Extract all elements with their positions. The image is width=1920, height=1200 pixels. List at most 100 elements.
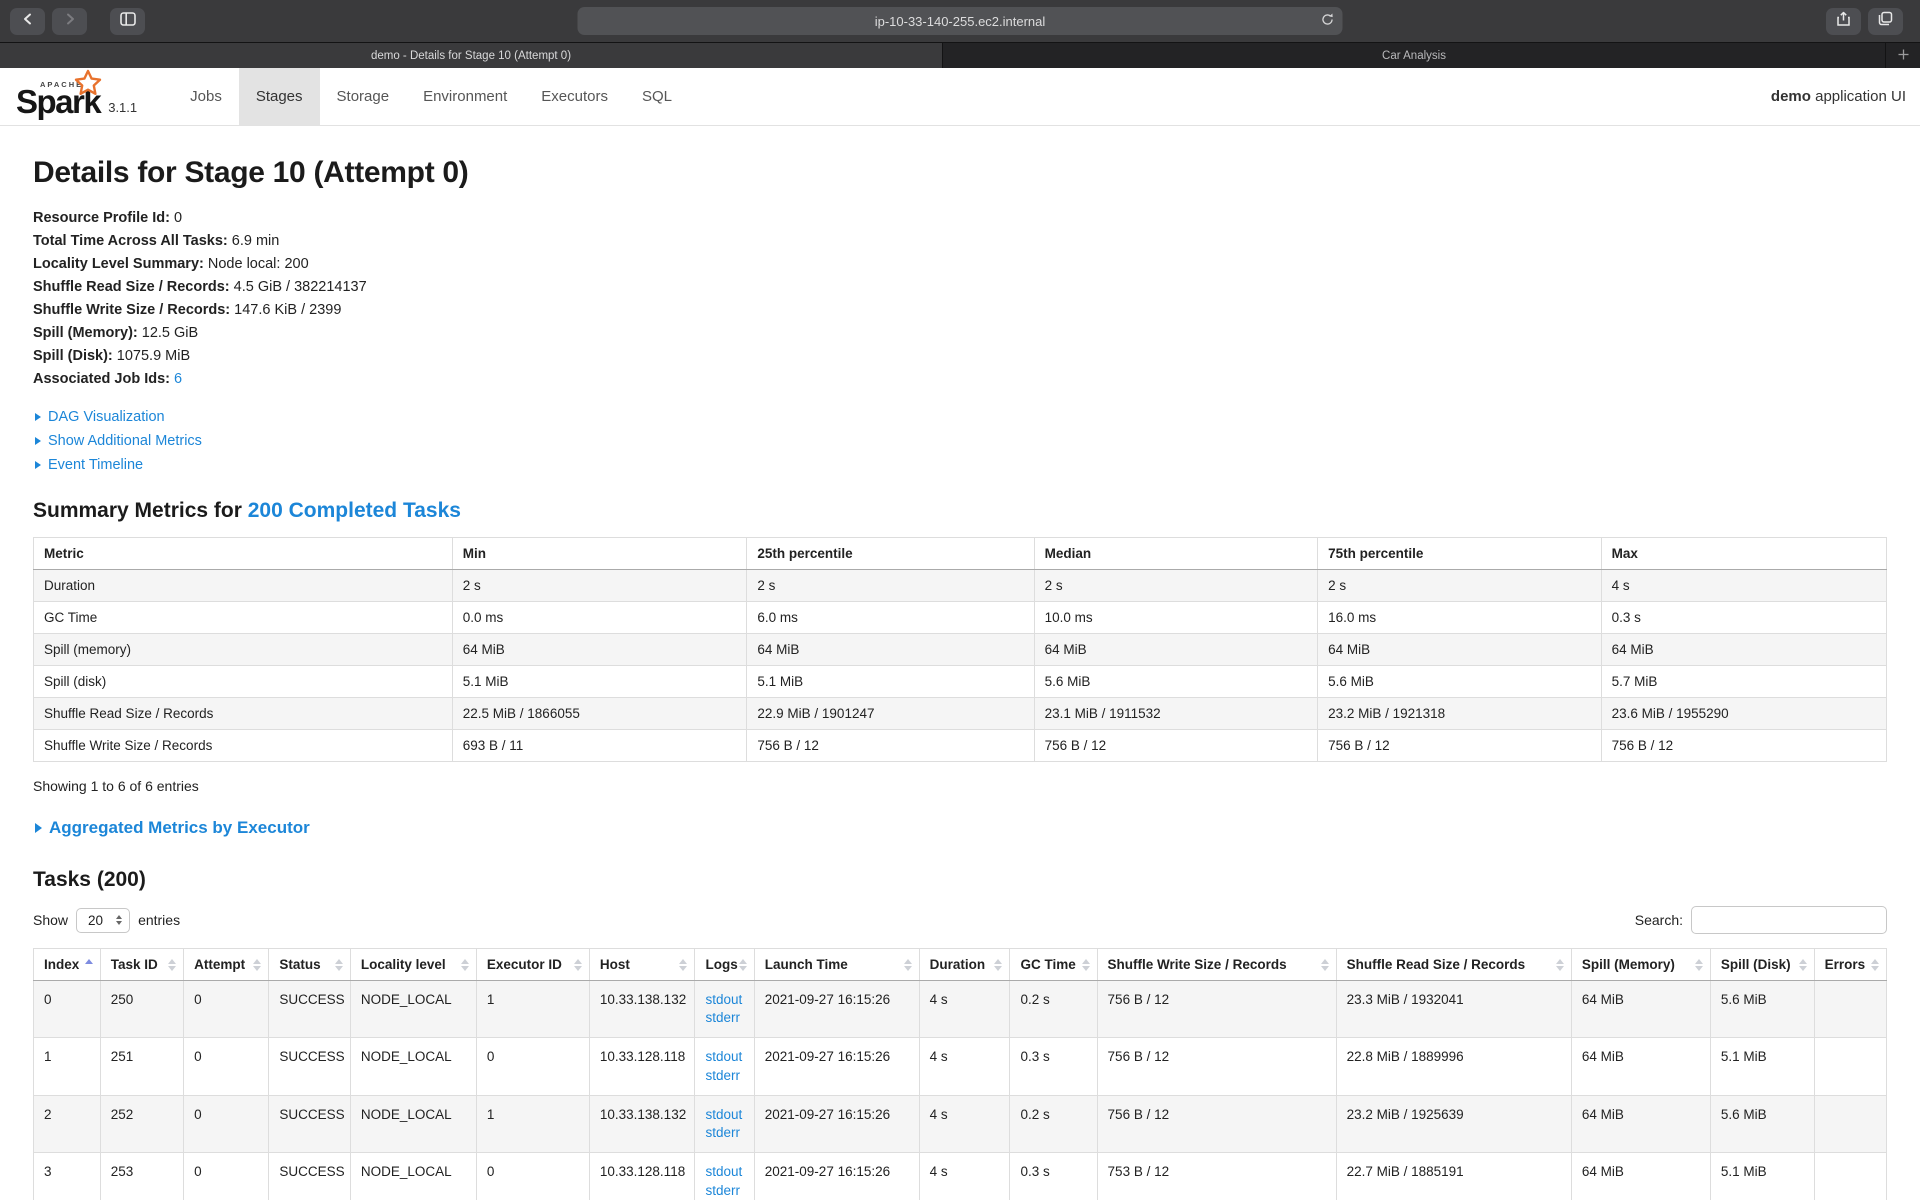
page-size-select[interactable]: 20 xyxy=(76,908,130,933)
show-label: Show xyxy=(33,912,68,928)
stage-details: Resource Profile Id: 0 Total Time Across … xyxy=(33,210,1887,387)
stage-field-1: Total Time Across All Tasks: 6.9 min xyxy=(33,233,1887,249)
stdout-link[interactable]: stdout xyxy=(705,1048,743,1066)
forward-button[interactable] xyxy=(52,8,87,35)
summary-cell: 64 MiB xyxy=(452,634,747,666)
sidebar-toggle-button[interactable] xyxy=(110,8,145,35)
task-cell-gc_time: 0.2 s xyxy=(1010,981,1097,1038)
summary-col-header[interactable]: 75th percentile xyxy=(1318,538,1602,570)
summary-col-header[interactable]: Min xyxy=(452,538,747,570)
summary-cell: GC Time xyxy=(34,602,453,634)
nav-tab-environment[interactable]: Environment xyxy=(406,68,524,125)
spark-star-icon xyxy=(70,69,106,104)
summary-col-header[interactable]: Median xyxy=(1034,538,1318,570)
stage-field-0: Resource Profile Id: 0 xyxy=(33,210,1887,226)
tasks-col-header-locality[interactable]: Locality level xyxy=(350,949,476,981)
stage-field-label: Spill (Memory): xyxy=(33,325,142,341)
tasks-col-header-index[interactable]: Index xyxy=(34,949,101,981)
back-button[interactable] xyxy=(10,8,45,35)
task-cell-executor_id: 1 xyxy=(476,1095,589,1152)
sort-down-icon xyxy=(679,966,687,971)
task-cell-launch_time: 2021-09-27 16:15:26 xyxy=(754,981,919,1038)
tasks-col-header-host[interactable]: Host xyxy=(589,949,695,981)
stderr-link[interactable]: stderr xyxy=(705,1124,743,1142)
summary-cell: 0.0 ms xyxy=(452,602,747,634)
search-input[interactable] xyxy=(1691,906,1887,934)
tasks-col-label: Attempt xyxy=(194,957,245,972)
stage-field-value: 6.9 min xyxy=(232,233,280,249)
nav-tab-stages[interactable]: Stages xyxy=(239,68,320,125)
aggregated-metrics-toggle[interactable]: Aggregated Metrics by Executor xyxy=(33,818,1887,838)
task-cell-errors xyxy=(1814,1153,1886,1200)
tasks-col-header-executor_id[interactable]: Executor ID xyxy=(476,949,589,981)
task-cell-attempt: 0 xyxy=(184,1153,269,1200)
tasks-col-header-status[interactable]: Status xyxy=(269,949,351,981)
job-id-link[interactable]: 6 xyxy=(174,371,182,387)
tasks-col-header-launch_time[interactable]: Launch Time xyxy=(754,949,919,981)
new-tab-button[interactable] xyxy=(1886,43,1920,68)
browser-tab-1[interactable]: Car Analysis xyxy=(943,43,1886,68)
tasks-col-header-shuffle_write[interactable]: Shuffle Write Size / Records xyxy=(1097,949,1336,981)
tasks-col-header-errors[interactable]: Errors xyxy=(1814,949,1886,981)
toggle-show-additional-metrics[interactable]: Show Additional Metrics xyxy=(33,433,1887,449)
stdout-link[interactable]: stdout xyxy=(705,1106,743,1124)
toggle-event-timeline[interactable]: Event Timeline xyxy=(33,457,1887,473)
tasks-col-label: Spill (Memory) xyxy=(1582,957,1675,972)
task-cell-locality: NODE_LOCAL xyxy=(350,981,476,1038)
task-cell-shuffle_write: 756 B / 12 xyxy=(1097,1095,1336,1152)
nav-tab-storage[interactable]: Storage xyxy=(320,68,407,125)
tasks-col-header-spill_disk[interactable]: Spill (Disk) xyxy=(1710,949,1814,981)
tasks-col-label: Launch Time xyxy=(765,957,848,972)
stderr-link[interactable]: stderr xyxy=(705,1067,743,1085)
address-bar[interactable]: ip-10-33-140-255.ec2.internal xyxy=(578,7,1343,35)
app-suffix: application UI xyxy=(1811,88,1906,105)
stdout-link[interactable]: stdout xyxy=(705,991,743,1009)
task-cell-duration: 4 s xyxy=(919,1095,1010,1152)
tasks-col-header-gc_time[interactable]: GC Time xyxy=(1010,949,1097,981)
tasks-col-header-shuffle_read[interactable]: Shuffle Read Size / Records xyxy=(1336,949,1571,981)
summary-col-header[interactable]: 25th percentile xyxy=(747,538,1034,570)
summary-cell: 16.0 ms xyxy=(1318,602,1602,634)
stdout-link[interactable]: stdout xyxy=(705,1163,743,1181)
summary-row: Shuffle Read Size / Records22.5 MiB / 18… xyxy=(34,698,1887,730)
summary-cell: 5.1 MiB xyxy=(747,666,1034,698)
stage-field-label: Resource Profile Id: xyxy=(33,210,174,226)
summary-cell: 2 s xyxy=(1034,570,1318,602)
toggle-dag-visualization[interactable]: DAG Visualization xyxy=(33,409,1887,425)
nav-tab-executors[interactable]: Executors xyxy=(524,68,625,125)
nav-tab-sql[interactable]: SQL xyxy=(625,68,689,125)
task-cell-launch_time: 2021-09-27 16:15:26 xyxy=(754,1038,919,1095)
summary-cell: 0.3 s xyxy=(1601,602,1886,634)
tasks-col-header-duration[interactable]: Duration xyxy=(919,949,1010,981)
spark-logo[interactable]: APACHE Spark 3.1.1 xyxy=(14,68,147,125)
reload-icon[interactable] xyxy=(1321,13,1335,30)
task-cell-launch_time: 2021-09-27 16:15:26 xyxy=(754,1153,919,1200)
summary-metrics-table: MetricMin25th percentileMedian75th perce… xyxy=(33,537,1887,762)
stage-field-7: Associated Job Ids: 6 xyxy=(33,371,1887,387)
tab-overview-button[interactable] xyxy=(1868,8,1903,35)
summary-col-header[interactable]: Metric xyxy=(34,538,453,570)
stage-field-value: 0 xyxy=(174,210,182,226)
share-icon xyxy=(1836,11,1851,32)
tasks-col-header-attempt[interactable]: Attempt xyxy=(184,949,269,981)
task-cell-task_id: 253 xyxy=(100,1153,183,1200)
tasks-col-header-task_id[interactable]: Task ID xyxy=(100,949,183,981)
stderr-link[interactable]: stderr xyxy=(705,1182,743,1200)
summary-col-header[interactable]: Max xyxy=(1601,538,1886,570)
nav-tab-jobs[interactable]: Jobs xyxy=(173,68,239,125)
browser-tab-0[interactable]: demo - Details for Stage 10 (Attempt 0) xyxy=(0,43,943,68)
summary-row: Spill (memory)64 MiB64 MiB64 MiB64 MiB64… xyxy=(34,634,1887,666)
summary-cell: Shuffle Write Size / Records xyxy=(34,730,453,762)
tasks-col-header-logs[interactable]: Logs xyxy=(695,949,754,981)
task-cell-shuffle_write: 756 B / 12 xyxy=(1097,1038,1336,1095)
stage-field-label: Shuffle Read Size / Records: xyxy=(33,279,234,295)
share-button[interactable] xyxy=(1826,8,1861,35)
task-row: 12510SUCCESSNODE_LOCAL010.33.128.118stdo… xyxy=(34,1038,1887,1095)
summary-cell: 6.0 ms xyxy=(747,602,1034,634)
stage-field-label: Associated Job Ids: xyxy=(33,371,174,387)
stderr-link[interactable]: stderr xyxy=(705,1009,743,1027)
tasks-controls: Show 20 entries Search: xyxy=(33,906,1887,934)
completed-tasks-link[interactable]: 200 Completed Tasks xyxy=(248,499,461,522)
tasks-col-header-spill_memory[interactable]: Spill (Memory) xyxy=(1571,949,1710,981)
task-cell-errors xyxy=(1814,981,1886,1038)
